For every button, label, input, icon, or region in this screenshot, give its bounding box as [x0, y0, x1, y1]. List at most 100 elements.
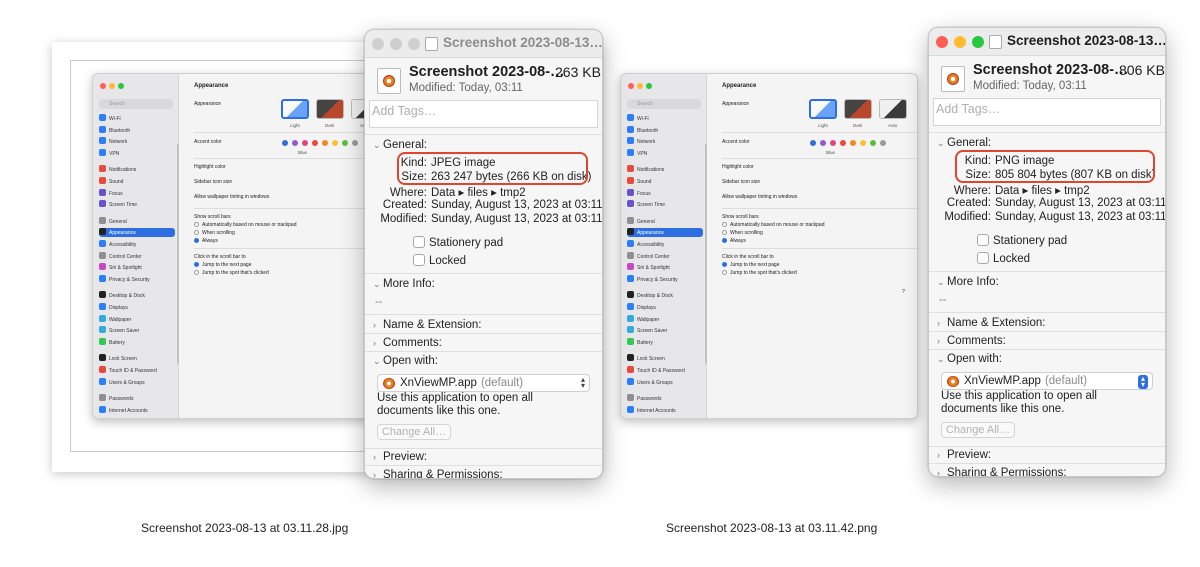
radio-button[interactable] [194, 270, 199, 275]
scroll-option[interactable]: Always [722, 238, 746, 244]
minimize-button[interactable] [954, 36, 966, 48]
close-button[interactable] [628, 83, 634, 89]
sidebar-item[interactable]: Siri & Spotlight [99, 263, 175, 272]
sidebar-item[interactable]: Notifications [627, 165, 703, 174]
accent-color-swatch[interactable] [850, 140, 856, 146]
sidebar-item[interactable]: Battery [99, 337, 175, 347]
light-mode-thumb[interactable] [281, 99, 309, 119]
open-with-popup[interactable]: XnViewMP.app (default) ▴ ▾ [377, 374, 590, 392]
sidebar-item[interactable]: Bluetooth [99, 125, 175, 135]
light-mode-thumb[interactable] [809, 99, 837, 119]
comments-section[interactable]: › Comments: [373, 337, 442, 349]
sidebar-item[interactable]: Users & Groups [99, 377, 175, 387]
sidebar-item[interactable]: Appearance [99, 228, 175, 238]
zoom-button[interactable] [972, 36, 984, 48]
click-option[interactable]: Jump to the next page [722, 262, 779, 268]
radio-button[interactable] [194, 230, 199, 235]
sidebar-item[interactable]: Wallpaper [627, 314, 703, 324]
checkbox-box[interactable] [977, 234, 989, 246]
accent-color-swatch[interactable] [302, 140, 308, 146]
change-all-button[interactable]: Change All… [377, 424, 451, 440]
name-extension-section[interactable]: › Name & Extension: [937, 317, 1045, 329]
sidebar-item[interactable]: Screen Time [99, 200, 175, 209]
radio-button[interactable] [722, 270, 727, 275]
sidebar-item[interactable]: Focus [627, 188, 703, 198]
accent-color-swatch[interactable] [292, 140, 298, 146]
comments-section[interactable]: › Comments: [937, 335, 1006, 347]
change-all-button[interactable]: Change All… [941, 422, 1015, 438]
sidebar-item[interactable]: Touch ID & Password [627, 366, 703, 375]
general-section[interactable]: ⌄ General: [937, 137, 991, 149]
sidebar-item[interactable]: Screen Saver [99, 326, 175, 335]
add-tags-field[interactable]: Add Tags… [933, 98, 1161, 126]
zoom-button[interactable] [408, 38, 420, 50]
accent-color-swatch[interactable] [332, 140, 338, 146]
sharing-permissions-section[interactable]: › Sharing & Permissions: [373, 469, 503, 478]
sidebar-item[interactable]: Sound [627, 177, 703, 186]
sidebar-item[interactable]: Internet Accounts [627, 405, 703, 415]
sidebar-item[interactable]: Network [627, 137, 703, 146]
close-button[interactable] [372, 38, 384, 50]
sidebar-item[interactable]: Accessibility [99, 240, 175, 249]
click-option[interactable]: Jump to the spot that's clicked [722, 270, 797, 276]
minimize-button[interactable] [390, 38, 402, 50]
locked-checkbox[interactable]: Locked [977, 252, 1030, 265]
radio-button[interactable] [722, 230, 727, 235]
right-file-caption[interactable]: Screenshot 2023-08-13 at 03.11.42.png [666, 521, 877, 535]
sidebar-item[interactable]: General [627, 216, 703, 226]
settings-search[interactable]: Search [99, 99, 173, 109]
radio-button[interactable] [722, 262, 727, 267]
accent-color-swatch[interactable] [312, 140, 318, 146]
accent-color-swatch[interactable] [840, 140, 846, 146]
accent-color-swatch[interactable] [810, 140, 816, 146]
sidebar-item[interactable]: Control Center [99, 251, 175, 261]
sidebar-item[interactable]: Displays [99, 303, 175, 312]
add-tags-field[interactable]: Add Tags… [369, 100, 598, 128]
sidebar-item[interactable]: Wi-Fi [627, 114, 703, 123]
sidebar-item[interactable]: Privacy & Security [99, 274, 175, 284]
close-button[interactable] [936, 36, 948, 48]
sidebar-item[interactable]: Lock Screen [99, 354, 175, 363]
click-option[interactable]: Jump to the next page [194, 262, 251, 268]
sidebar-scrollbar[interactable] [705, 144, 707, 364]
more-info-section[interactable]: ⌄ More Info: [373, 278, 435, 290]
checkbox-box[interactable] [413, 254, 425, 266]
dark-mode-thumb[interactable] [844, 99, 872, 119]
sidebar-item[interactable]: Screen Time [627, 200, 703, 209]
radio-button[interactable] [722, 238, 727, 243]
click-option[interactable]: Jump to the spot that's clicked [194, 270, 269, 276]
sidebar-item[interactable]: Users & Groups [627, 377, 703, 387]
checkbox-box[interactable] [977, 252, 989, 264]
left-file-caption[interactable]: Screenshot 2023-08-13 at 03.11.28.jpg [141, 521, 348, 535]
sidebar-item[interactable]: Desktop & Dock [99, 291, 175, 300]
zoom-button[interactable] [646, 83, 652, 89]
scroll-option[interactable]: Always [194, 238, 218, 244]
sidebar-item[interactable]: Desktop & Dock [627, 291, 703, 300]
open-with-popup[interactable]: XnViewMP.app (default) ▴ ▾ [941, 372, 1153, 390]
checkbox-box[interactable] [413, 236, 425, 248]
accent-color-swatch[interactable] [352, 140, 358, 146]
accent-color-swatch[interactable] [870, 140, 876, 146]
stationery-checkbox[interactable]: Stationery pad [413, 236, 503, 249]
sidebar-item[interactable]: Siri & Spotlight [627, 263, 703, 272]
preview-section[interactable]: › Preview: [373, 451, 427, 463]
auto-mode-thumb[interactable] [879, 99, 907, 119]
scroll-option[interactable]: Automatically based on mouse or trackpad [194, 222, 297, 228]
settings-search[interactable]: Search [627, 99, 701, 109]
sidebar-item[interactable]: Displays [627, 303, 703, 312]
sidebar-item[interactable]: Passwords [99, 394, 175, 403]
sidebar-item[interactable]: Notifications [99, 165, 175, 174]
sharing-permissions-section[interactable]: › Sharing & Permissions: [937, 467, 1067, 476]
accent-color-swatch[interactable] [342, 140, 348, 146]
radio-button[interactable] [194, 262, 199, 267]
sidebar-item[interactable]: VPN [99, 148, 175, 158]
general-section[interactable]: ⌄ General: [373, 139, 427, 151]
radio-button[interactable] [722, 222, 727, 227]
sidebar-item[interactable]: Network [99, 137, 175, 146]
accent-color-swatch[interactable] [880, 140, 886, 146]
open-with-section[interactable]: ⌄ Open with: [373, 355, 438, 367]
sidebar-item[interactable]: Passwords [627, 394, 703, 403]
stationery-checkbox[interactable]: Stationery pad [977, 234, 1067, 247]
sidebar-scrollbar[interactable] [177, 144, 179, 364]
accent-color-swatch[interactable] [820, 140, 826, 146]
